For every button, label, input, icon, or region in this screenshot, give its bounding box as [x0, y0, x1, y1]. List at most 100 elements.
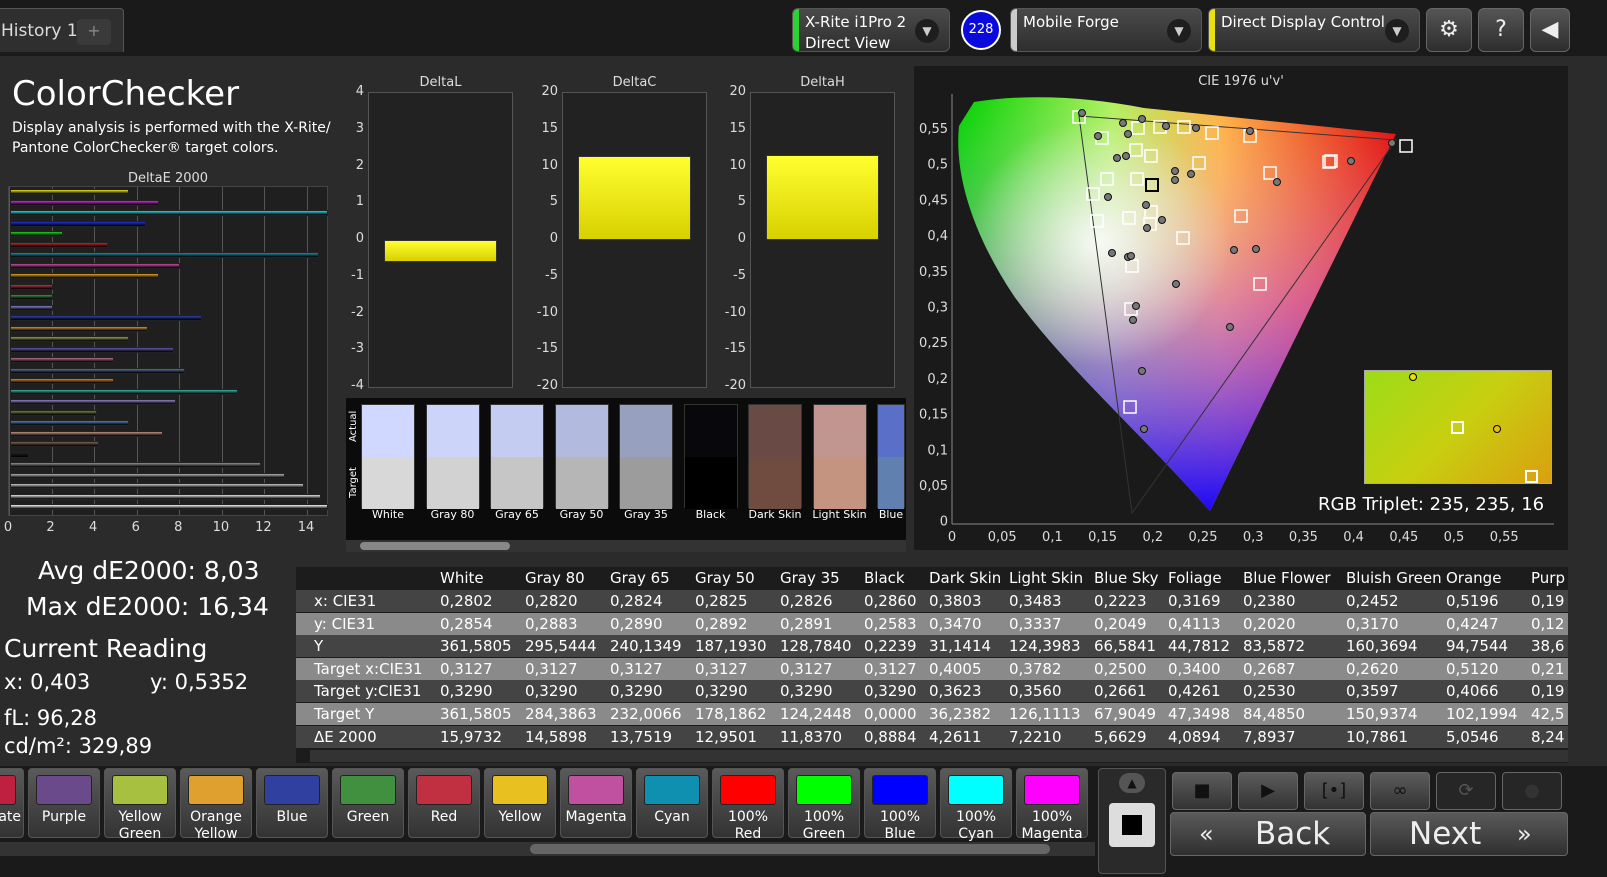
swatch-gray-80[interactable] — [425, 404, 480, 509]
swatch-actual — [684, 405, 737, 457]
deltae-bar — [10, 252, 319, 258]
cie-y-tick: 0,2 — [927, 372, 948, 387]
delta-y-tick: 10 — [541, 157, 558, 173]
table-cell: 0,2500 — [1094, 659, 1147, 678]
table-row[interactable]: ΔE 2000 15,9732 14,5898 13,7519 12,9501 11,83… — [296, 725, 1568, 748]
deltae-bar — [10, 430, 164, 437]
patch-button-purple[interactable]: Purple — [28, 768, 100, 838]
swatch-target — [555, 457, 608, 509]
continuous-button[interactable]: ∞ — [1370, 772, 1430, 810]
delta-y-tick: -10 — [724, 304, 746, 320]
table-row[interactable]: y: CIE31 0,2854 0,2883 0,2890 0,2892 0,2891 0,… — [296, 612, 1568, 635]
table-cell: 84,4850 — [1243, 705, 1306, 723]
patch-button-100-green[interactable]: 100% Green — [788, 768, 860, 842]
refresh-icon: ⟳ — [1458, 780, 1474, 801]
add-tab-button[interactable]: + — [77, 19, 111, 45]
patch-button-100-red[interactable]: 100% Red — [712, 768, 784, 842]
pattern-generator-selector[interactable]: Mobile Forge ▼ — [1010, 8, 1202, 52]
patch-button-cyan[interactable]: Cyan — [636, 768, 708, 838]
patch-color-chip — [644, 775, 700, 805]
deltae-bar — [10, 241, 108, 248]
table-cell: 0,3803 — [929, 592, 982, 610]
swatch-actual — [749, 405, 801, 457]
circle-icon: ● — [1524, 780, 1540, 801]
stop-measure-button[interactable] — [1109, 803, 1155, 847]
target-row-label: Target — [348, 467, 359, 498]
avg-deltae: Avg dE2000: 8,03 — [38, 556, 260, 585]
back-button[interactable]: « Back — [1170, 812, 1366, 856]
table-cell: 36,2382 — [929, 705, 992, 723]
table-row[interactable]: Target x:CIE31 0,3127 0,3127 0,3127 0,3127 0,… — [296, 657, 1568, 680]
swatch-dark-skin[interactable] — [748, 404, 802, 509]
cie-y-tick: 0,15 — [919, 408, 948, 423]
table-column-header: Dark Skin — [929, 569, 1002, 587]
tab-history[interactable]: History 1 + — [0, 8, 124, 52]
table-cell: 0,3597 — [1346, 682, 1399, 701]
patch-label: 100% Green — [802, 809, 846, 842]
delta-y-tick: -15 — [536, 341, 558, 357]
patch-scrollbar-thumb[interactable] — [530, 844, 1050, 854]
patch-button-red[interactable]: Red — [408, 768, 480, 838]
swatch-white[interactable] — [361, 404, 415, 509]
bracket-icon: [•] — [1321, 780, 1347, 801]
table-cell: 0,2020 — [1243, 614, 1296, 633]
patch-button-magenta[interactable]: Magenta — [560, 768, 632, 838]
swatch-blue[interactable] — [877, 404, 905, 509]
refresh-button[interactable]: ⟳ — [1436, 772, 1496, 810]
settings-button[interactable]: ⚙ — [1426, 8, 1472, 52]
patch-button-yellow-green[interactable]: Yellow Green — [104, 768, 176, 842]
patch-scrollbar[interactable] — [0, 842, 1095, 856]
swatch-gray-50[interactable] — [554, 404, 609, 509]
patch-button-blue[interactable]: Blue — [256, 768, 328, 838]
stop-button[interactable]: ■ — [1172, 772, 1232, 810]
table-cell: 0,2583 — [864, 614, 917, 633]
play-button[interactable]: ▶ — [1238, 772, 1298, 810]
cie-measured-point — [1124, 130, 1132, 138]
cie-y-tick: 0 — [940, 515, 948, 530]
meter-selector[interactable]: X-Rite i1Pro 2 Direct View ▼ — [792, 8, 950, 52]
bottom-bar: ate Purple Yellow Green Orange Yellow Blue Gr… — [0, 766, 1607, 877]
cie-x-tick: 0,1 — [1042, 530, 1063, 545]
rgb-triplet: RGB Triplet: 235, 235, 16 — [1318, 494, 1545, 515]
patch-label: ate — [0, 809, 21, 825]
help-button[interactable]: ? — [1478, 8, 1524, 52]
table-scrollbar[interactable] — [310, 750, 1568, 762]
swatch-black[interactable] — [683, 404, 738, 509]
table-row[interactable]: Y 361,5805 295,5444 240,1349 187,1930 128,784… — [296, 635, 1568, 658]
swatch-scrollbar-thumb[interactable] — [360, 542, 510, 550]
swatch-gray-35[interactable] — [619, 404, 673, 509]
table-cell: 0,21 — [1531, 659, 1565, 678]
deltae-bar — [10, 472, 285, 479]
delta-panel-title: DeltaL — [419, 75, 462, 90]
swatch-gray-65[interactable] — [490, 404, 544, 509]
extra-button[interactable]: ● — [1502, 772, 1562, 810]
patch-button-orange-yellow[interactable]: Orange Yellow — [180, 768, 252, 842]
swatch-actual — [878, 405, 904, 457]
display-control-selector[interactable]: Direct Display Control ▼ — [1208, 8, 1420, 52]
swatch-scrollbar[interactable] — [346, 540, 906, 552]
patch-button-100-blue[interactable]: 100% Blue — [864, 768, 936, 842]
patch-button-ate[interactable]: ate — [0, 768, 24, 838]
patch-button-yellow[interactable]: Yellow — [484, 768, 556, 838]
chevron-down-icon: ▼ — [1385, 19, 1409, 43]
table-cell: 0,2452 — [1346, 592, 1399, 610]
table-row[interactable]: x: CIE31 0,2802 0,2820 0,2824 0,2825 0,2826 0,… — [296, 590, 1568, 612]
cie-y-tick: 0,3 — [927, 301, 948, 316]
cie-measured-point — [1132, 302, 1140, 310]
chevron-up-icon[interactable]: ▲ — [1119, 773, 1145, 793]
single-measure-button[interactable]: [•] — [1304, 772, 1364, 810]
patch-color-chip — [112, 775, 168, 805]
patch-button-green[interactable]: Green — [332, 768, 404, 838]
cie-y-tick: 0,25 — [919, 336, 948, 351]
next-button[interactable]: Next » — [1370, 812, 1568, 856]
table-row[interactable]: Target Y 361,5805 284,3863 232,0066 178,1862… — [296, 703, 1568, 725]
collapse-button[interactable]: ◀ — [1530, 8, 1570, 52]
swatch-light-skin[interactable] — [812, 404, 867, 509]
patch-button-100-cyan[interactable]: 100% Cyan — [940, 768, 1012, 842]
count-badge[interactable]: 228 — [961, 10, 1001, 50]
patch-button-100-magenta[interactable]: 100% Magenta — [1016, 768, 1088, 842]
table-cell: 0,2891 — [780, 614, 833, 633]
cie-measured-point — [1172, 280, 1180, 288]
table-row[interactable]: Target y:CIE31 0,3290 0,3290 0,3290 0,3290 0,… — [296, 680, 1568, 703]
table-cell: 0,2824 — [610, 592, 663, 610]
